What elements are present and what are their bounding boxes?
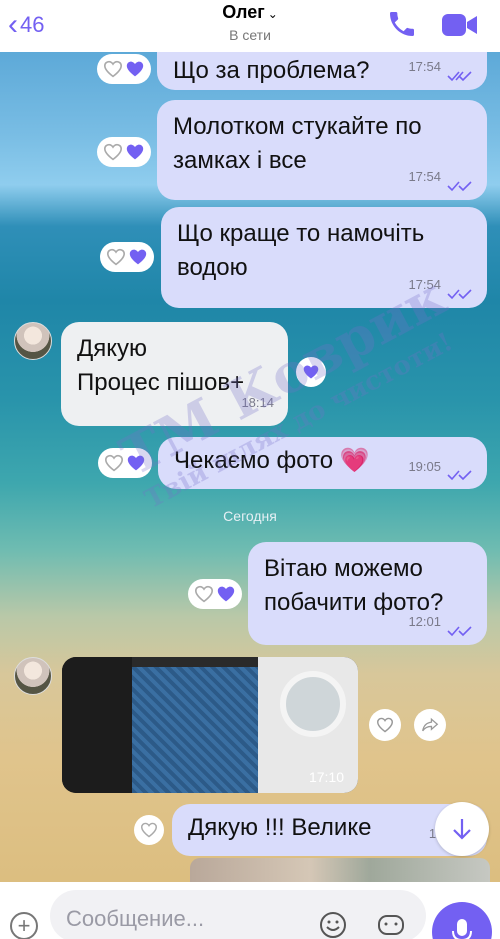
attach-button[interactable]: + <box>10 912 38 939</box>
reaction-button[interactable] <box>296 357 326 387</box>
heart-filled-icon[interactable] <box>216 585 236 603</box>
share-icon <box>422 717 439 732</box>
heart-outline-icon <box>140 822 158 838</box>
message-time: 19:05 <box>408 459 441 474</box>
heart-outline-icon[interactable] <box>104 454 124 472</box>
heart-outline-icon[interactable] <box>194 585 214 603</box>
message-text-line: Вітаю можемо <box>264 555 423 582</box>
reaction-pill[interactable] <box>97 137 151 167</box>
heart-filled-icon[interactable] <box>126 454 146 472</box>
reaction-pill[interactable] <box>100 242 154 272</box>
read-ticks-icon <box>447 289 472 300</box>
photo-content <box>280 671 346 737</box>
reaction-button[interactable] <box>134 815 164 845</box>
message-text-line: Дякую <box>77 335 148 362</box>
emoji-icon[interactable] <box>318 910 348 939</box>
message-text-line: Молотком стукайте по <box>173 113 422 140</box>
outgoing-message[interactable]: Що краще то намочіть водою 17:54 <box>161 207 487 308</box>
input-bar: + <box>0 882 500 939</box>
photo-message[interactable]: 17:10 <box>62 657 358 793</box>
heart-filled-icon[interactable] <box>125 143 145 161</box>
sticker-icon[interactable] <box>376 910 406 939</box>
video-call-icon[interactable] <box>440 10 480 40</box>
scroll-down-button[interactable] <box>435 802 489 856</box>
heart-filled-icon[interactable] <box>128 248 148 266</box>
message-text: Дякую !!! Велике <box>188 814 372 841</box>
microphone-icon <box>452 919 472 939</box>
contact-name-text: Олег <box>222 2 265 22</box>
outgoing-message[interactable]: Чекаємо фото 💗 19:05 <box>158 437 487 489</box>
incoming-message[interactable]: Дякую Процес пішов+ 18:14 <box>61 322 288 426</box>
message-time: 17:54 <box>408 277 441 292</box>
reaction-pill[interactable] <box>188 579 242 609</box>
outgoing-message[interactable]: Молотком стукайте по замках і все 17:54 <box>157 100 487 200</box>
contact-status: В сети <box>229 27 271 43</box>
message-time: 12:01 <box>408 614 441 629</box>
read-ticks-icon <box>447 71 472 82</box>
message-field[interactable] <box>50 890 426 939</box>
heart-outline-icon[interactable] <box>106 248 126 266</box>
photo-content <box>132 667 272 793</box>
message-time: 18:14 <box>241 395 274 410</box>
message-text: Що за проблема? <box>173 57 370 84</box>
date-separator: Сегодня <box>223 508 277 524</box>
photo-content <box>62 657 132 793</box>
heart-filled-icon <box>303 365 319 379</box>
read-ticks-icon <box>447 470 472 481</box>
forward-button[interactable] <box>414 709 446 741</box>
message-input[interactable] <box>66 904 306 934</box>
avatar[interactable] <box>14 322 52 360</box>
chat-area[interactable]: Що за проблема? 17:54 Молотком стукайте … <box>0 52 500 882</box>
voice-message-button[interactable] <box>432 902 492 939</box>
arrow-down-icon <box>453 819 471 840</box>
message-text: Чекаємо фото <box>174 447 334 474</box>
plus-icon: + <box>17 913 31 938</box>
heart-outline-icon[interactable] <box>103 143 123 161</box>
message-time: 17:54 <box>408 169 441 184</box>
heart-filled-icon[interactable] <box>125 60 145 78</box>
reaction-pill[interactable] <box>98 448 152 478</box>
like-button[interactable] <box>369 709 401 741</box>
outgoing-message[interactable]: Вітаю можемо побачити фото? 12:01 <box>248 542 487 645</box>
chevron-down-icon: ⌄ <box>267 7 278 21</box>
message-time: 17:10 <box>308 769 344 785</box>
reaction-pill[interactable] <box>97 54 151 84</box>
contact-name[interactable]: Олег ⌄ <box>0 2 500 23</box>
message-text-line: Що краще то намочіть <box>177 220 425 247</box>
avatar[interactable] <box>14 657 52 695</box>
heart-emoji: 💗 <box>339 447 370 474</box>
message-time: 17:54 <box>408 59 441 74</box>
heart-outline-icon <box>376 717 394 733</box>
chat-header: ‹ 46 Олег ⌄ В сети <box>0 0 500 52</box>
read-ticks-icon <box>447 181 472 192</box>
outgoing-message[interactable]: Що за проблема? 17:54 <box>157 52 487 90</box>
read-ticks-icon <box>447 626 472 637</box>
photo-message-partial[interactable] <box>190 858 490 882</box>
phone-icon[interactable] <box>386 8 418 40</box>
heart-outline-icon[interactable] <box>103 60 123 78</box>
